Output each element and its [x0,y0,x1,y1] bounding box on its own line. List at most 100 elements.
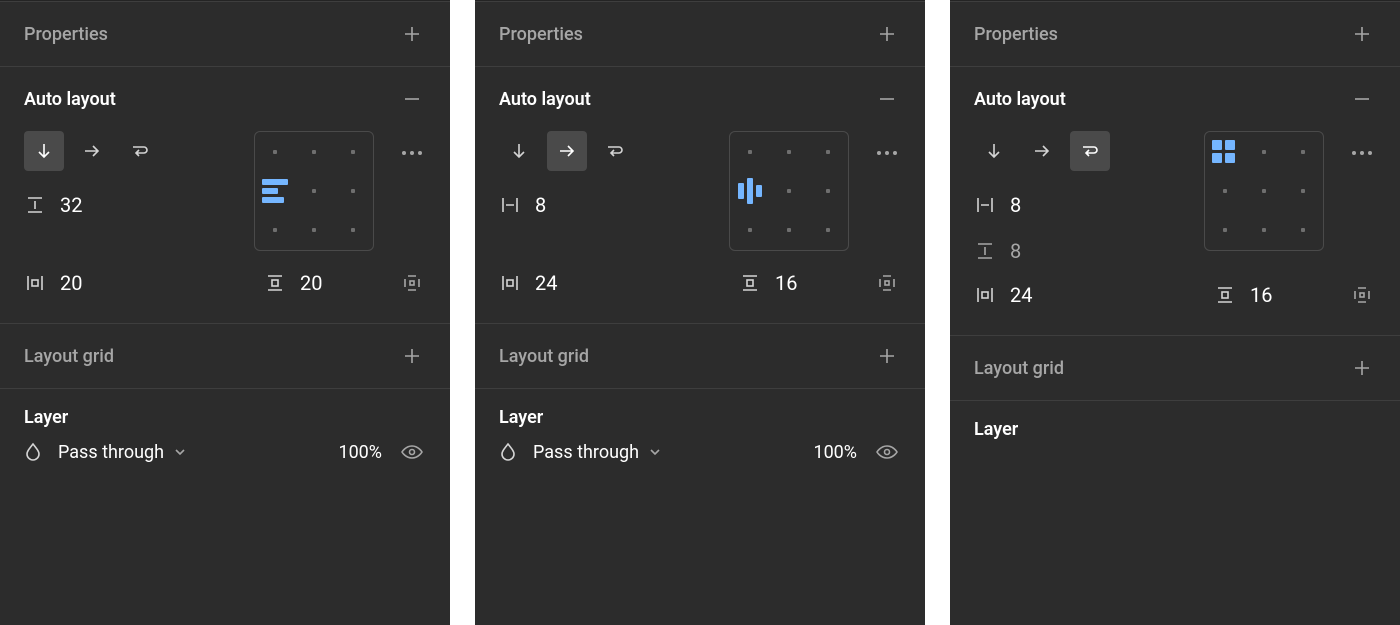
gap-horizontal-icon [499,194,521,216]
remove-autolayout-button[interactable] [398,85,426,113]
align-top-right[interactable] [334,132,373,171]
align-bottom-left[interactable] [255,211,294,250]
align-top-left[interactable] [1205,132,1244,171]
remove-autolayout-button[interactable] [1348,85,1376,113]
align-middle-center[interactable] [1244,171,1283,210]
visibility-toggle[interactable] [873,438,901,466]
padding-horizontal-field[interactable]: 24 [499,271,589,295]
direction-vertical-button[interactable] [974,131,1014,171]
individual-padding-button[interactable] [1348,281,1376,309]
blend-mode-icon [499,442,517,462]
direction-vertical-button[interactable] [499,131,539,171]
align-bottom-left[interactable] [730,211,769,250]
column-gap-field[interactable]: 8 [974,193,1204,217]
direction-horizontal-button[interactable] [1022,131,1062,171]
arrow-right-icon [1033,142,1051,160]
add-property-button[interactable] [873,20,901,48]
plus-icon [878,347,896,365]
properties-title: Properties [974,24,1058,45]
layer-title: Layer [974,419,1018,440]
arrow-right-icon [558,142,576,160]
layoutgrid-section: Layout grid [475,323,925,388]
blend-mode-select[interactable]: Pass through [58,442,302,463]
align-top-center[interactable] [1244,132,1283,171]
opacity-field[interactable]: 100% [793,442,857,463]
align-bottom-right[interactable] [1284,211,1323,250]
autolayout-more-button[interactable] [1348,139,1376,167]
align-top-left[interactable] [255,132,294,171]
align-middle-right[interactable] [809,171,848,210]
direction-wrap-button[interactable] [595,131,635,171]
align-bottom-center[interactable] [769,211,808,250]
plus-icon [878,25,896,43]
visibility-toggle[interactable] [398,438,426,466]
plus-icon [403,347,421,365]
autolayout-section: Auto layout [950,66,1400,335]
layer-section: Layer Pass through 100% [475,388,925,484]
align-top-center[interactable] [769,132,808,171]
padding-vertical-field[interactable]: 16 [739,271,829,295]
direction-buttons [24,131,254,171]
direction-buttons [974,131,1204,171]
blend-mode-icon [24,442,42,462]
add-layoutgrid-button[interactable] [1348,354,1376,382]
padding-vertical-field[interactable]: 20 [264,271,354,295]
direction-horizontal-button[interactable] [547,131,587,171]
add-layoutgrid-button[interactable] [873,342,901,370]
arrow-down-icon [35,142,53,160]
align-bottom-right[interactable] [809,211,848,250]
gap-field[interactable]: 8 [499,193,729,217]
alignment-grid[interactable] [1204,131,1324,251]
autolayout-section: Auto layout [475,66,925,323]
layer-title: Layer [24,407,68,428]
direction-wrap-button[interactable] [1070,131,1110,171]
individual-padding-button[interactable] [398,269,426,297]
direction-vertical-button[interactable] [24,131,64,171]
gap-field[interactable]: 32 [24,193,254,217]
align-top-right[interactable] [809,132,848,171]
padding-horizontal-icon [24,272,46,294]
alignment-grid[interactable] [254,131,374,251]
align-middle-left[interactable] [730,171,769,210]
remove-autolayout-button[interactable] [873,85,901,113]
add-property-button[interactable] [1348,20,1376,48]
row-gap-field[interactable]: 8 [974,239,1204,263]
align-middle-left[interactable] [1205,171,1244,210]
align-middle-right[interactable] [1284,171,1323,210]
align-bottom-center[interactable] [294,211,333,250]
properties-section: Properties [0,1,450,66]
plus-icon [1353,359,1371,377]
padding-vertical-field[interactable]: 16 [1214,283,1304,307]
align-bottom-left[interactable] [1205,211,1244,250]
align-bottom-right[interactable] [334,211,373,250]
padding-vertical-icon [1214,284,1236,306]
add-property-button[interactable] [398,20,426,48]
align-middle-center[interactable] [294,171,333,210]
layoutgrid-title: Layout grid [24,346,114,367]
blend-mode-select[interactable]: Pass through [533,442,777,463]
arrow-down-icon [985,142,1003,160]
align-middle-right[interactable] [334,171,373,210]
align-middle-left[interactable] [255,171,294,210]
ellipsis-icon [877,151,897,155]
autolayout-more-button[interactable] [873,139,901,167]
individual-padding-button[interactable] [873,269,901,297]
align-bottom-center[interactable] [1244,211,1283,250]
autolayout-more-button[interactable] [398,139,426,167]
direction-horizontal-button[interactable] [72,131,112,171]
direction-wrap-button[interactable] [120,131,160,171]
wrap-icon [130,142,150,160]
layer-title: Layer [499,407,543,428]
autolayout-title: Auto layout [974,89,1066,110]
padding-horizontal-field[interactable]: 20 [24,271,114,295]
padding-horizontal-field[interactable]: 24 [974,283,1064,307]
align-middle-center[interactable] [769,171,808,210]
opacity-field[interactable]: 100% [318,442,382,463]
alignment-grid[interactable] [729,131,849,251]
arrow-right-icon [83,142,101,160]
autolayout-section: Auto layout [0,66,450,323]
add-layoutgrid-button[interactable] [398,342,426,370]
align-top-center[interactable] [294,132,333,171]
align-top-right[interactable] [1284,132,1323,171]
align-top-left[interactable] [730,132,769,171]
